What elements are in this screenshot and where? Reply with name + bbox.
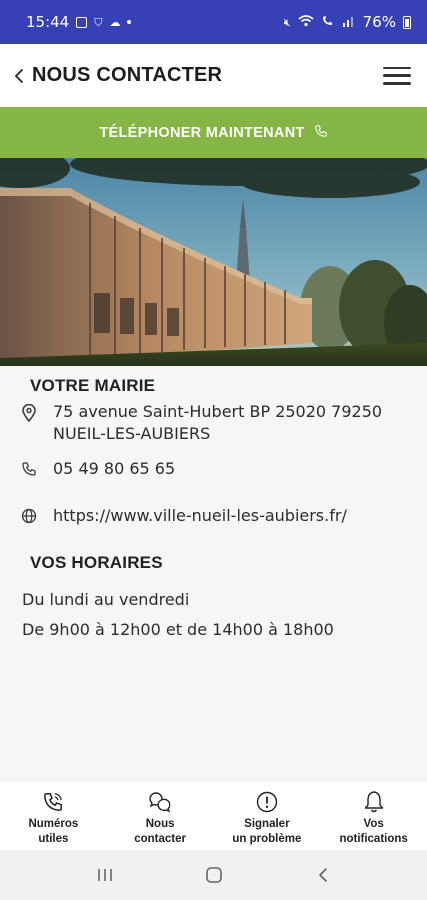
wifi-calling-icon [321,15,335,29]
status-left: 15:44 ⛉ ☁ [26,13,132,31]
website-row[interactable]: https://www.ville-nueil-les-aubiers.fr/ [20,505,415,527]
address-line-2: NUEIL-LES-AUBIERS [53,424,211,443]
system-back-icon[interactable] [303,855,343,895]
system-nav-bar [0,850,427,900]
bell-icon [363,789,385,815]
phone-icon [314,123,328,142]
phone-number[interactable]: 05 49 80 65 65 [53,458,175,480]
globe-icon [20,505,38,524]
nav-label-numeros: Numéros utiles [28,818,79,845]
battery-percent: 76% [362,13,396,31]
status-right: 🔇︎ 76% [284,13,411,31]
phone-icon [20,458,38,477]
nav-label-signaler: Signaler un problème [232,818,302,845]
gallery-notification-icon [76,16,88,28]
bottom-nav: Numéros utiles Nous contacter Signaler u… [0,782,427,850]
mairie-section-title: VOTRE MAIRIE [30,376,156,395]
phone-row[interactable]: 05 49 80 65 65 [20,458,415,480]
chevron-left-icon [14,68,24,84]
app-header: NOUS CONTACTER [0,44,427,107]
cloud-notification-icon: ☁ [109,15,121,29]
call-now-label: TÉLÉPHONER MAINTENANT [99,124,305,141]
nav-label-contacter: Nous contacter [134,818,187,845]
mute-icon: 🔇︎ [283,15,291,29]
horaires-section-title: VOS HORAIRES [30,553,163,572]
recent-apps-icon[interactable] [85,855,125,895]
phone-icon [42,789,64,815]
nav-signaler-probleme[interactable]: Signaler un problème [214,782,321,850]
page-title: NOUS CONTACTER [32,64,223,86]
nav-numeros-utiles[interactable]: Numéros utiles [0,782,107,850]
hamburger-menu-icon[interactable] [383,65,411,87]
wifi-icon [298,15,314,29]
address-line-1: 75 avenue Saint-Hubert BP 25020 79250 [53,402,383,421]
battery-icon [403,15,411,29]
more-notifications-icon [127,20,132,24]
status-time: 15:44 [26,13,70,31]
horaires-hours: De 9h00 à 12h00 et de 14h00 à 18h00 [22,620,334,639]
website-link[interactable]: https://www.ville-nueil-les-aubiers.fr/ [53,505,347,527]
nav-notifications[interactable]: Vos notifications [320,782,427,850]
shield-notification-icon: ⛉ [94,15,103,29]
nav-nous-contacter[interactable]: Nous contacter [107,782,214,850]
status-bar: 15:44 ⛉ ☁ 🔇︎ 76% [0,0,427,44]
home-icon[interactable] [194,855,234,895]
back-button[interactable]: NOUS CONTACTER [14,64,222,87]
chat-bubbles-icon [148,789,172,815]
location-pin-icon [20,401,38,422]
nav-label-notifications: Vos notifications [339,818,408,845]
signal-icon [342,15,356,29]
horaires-days: Du lundi au vendredi [22,590,190,609]
address-text: 75 avenue Saint-Hubert BP 25020 79250 NU… [53,401,382,445]
address-row: 75 avenue Saint-Hubert BP 25020 79250 NU… [20,401,415,445]
town-hall-photo [0,158,427,366]
alert-circle-icon [256,789,278,815]
call-now-button[interactable]: TÉLÉPHONER MAINTENANT [0,107,427,158]
